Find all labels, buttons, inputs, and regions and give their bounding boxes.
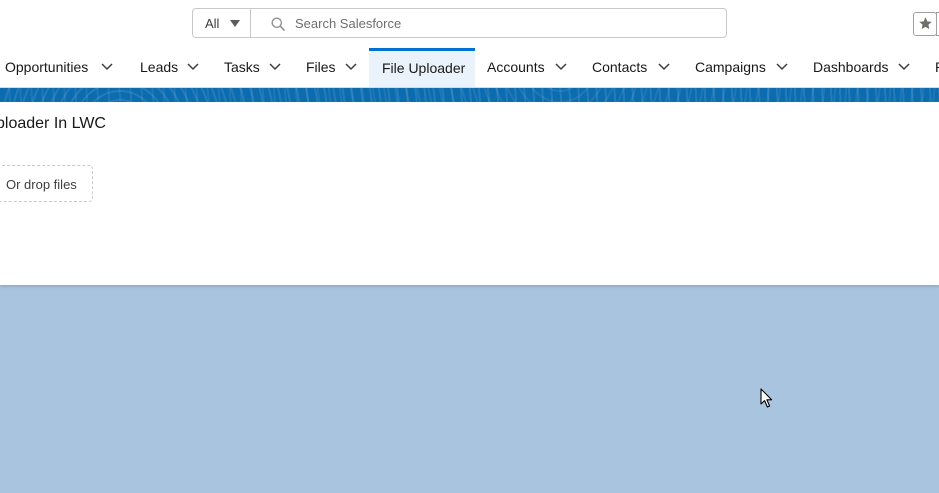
nav-item-leads[interactable]: Leads <box>129 48 213 87</box>
file-drop-zone[interactable]: Or drop files <box>0 165 93 202</box>
navigation-bar: Opportunities Leads Tasks Files File Upl… <box>0 48 939 88</box>
nav-item-label: Files <box>306 59 336 75</box>
file-uploader-card: ploader In LWC Or drop files <box>0 102 939 285</box>
nav-item-label: Contacts <box>592 59 648 75</box>
nav-item-file-uploader[interactable]: File Uploader <box>369 48 475 87</box>
chevron-down-icon[interactable] <box>101 63 113 71</box>
chevron-down-icon[interactable] <box>187 63 199 71</box>
chevron-down-icon[interactable] <box>269 63 281 71</box>
search-scope-dropdown[interactable]: All <box>193 9 251 37</box>
chevron-down-icon[interactable] <box>776 63 788 71</box>
global-header: All <box>0 0 939 48</box>
drop-files-label: Or drop files <box>6 177 77 192</box>
nav-item-contacts[interactable]: Contacts <box>580 48 683 87</box>
nav-item-dashboards[interactable]: Dashboards <box>801 48 924 87</box>
search-input[interactable] <box>295 14 715 32</box>
nav-item-label: Opportunities <box>5 59 89 75</box>
brand-band <box>0 88 939 102</box>
chevron-down-icon[interactable] <box>658 63 670 71</box>
nav-item-label: Tasks <box>224 59 260 75</box>
nav-item-overflow[interactable]: R <box>924 48 939 87</box>
nav-item-files[interactable]: Files <box>295 48 369 87</box>
nav-item-label: Campaigns <box>695 59 766 75</box>
card-title: ploader In LWC <box>0 115 106 132</box>
nav-item-label: File Uploader <box>382 60 466 76</box>
nav-item-campaigns[interactable]: Campaigns <box>683 48 801 87</box>
nav-item-opportunities[interactable]: Opportunities <box>0 48 129 87</box>
chevron-down-icon[interactable] <box>898 63 910 71</box>
chevron-down-icon[interactable] <box>345 63 357 71</box>
star-icon <box>919 17 932 30</box>
chevron-down-icon[interactable] <box>555 63 567 71</box>
caret-down-icon <box>230 20 240 27</box>
mouse-pointer-icon <box>760 388 773 408</box>
nav-item-label: Leads <box>140 59 179 75</box>
favorites-button[interactable] <box>913 12 937 36</box>
search-scope-label: All <box>205 16 220 31</box>
nav-item-tasks[interactable]: Tasks <box>213 48 295 87</box>
search-icon <box>271 17 285 31</box>
nav-item-label: Dashboards <box>813 59 889 75</box>
nav-item-label: R <box>935 59 939 75</box>
nav-item-label: Accounts <box>487 59 545 75</box>
global-search: All <box>192 8 727 38</box>
nav-item-accounts[interactable]: Accounts <box>475 48 580 87</box>
